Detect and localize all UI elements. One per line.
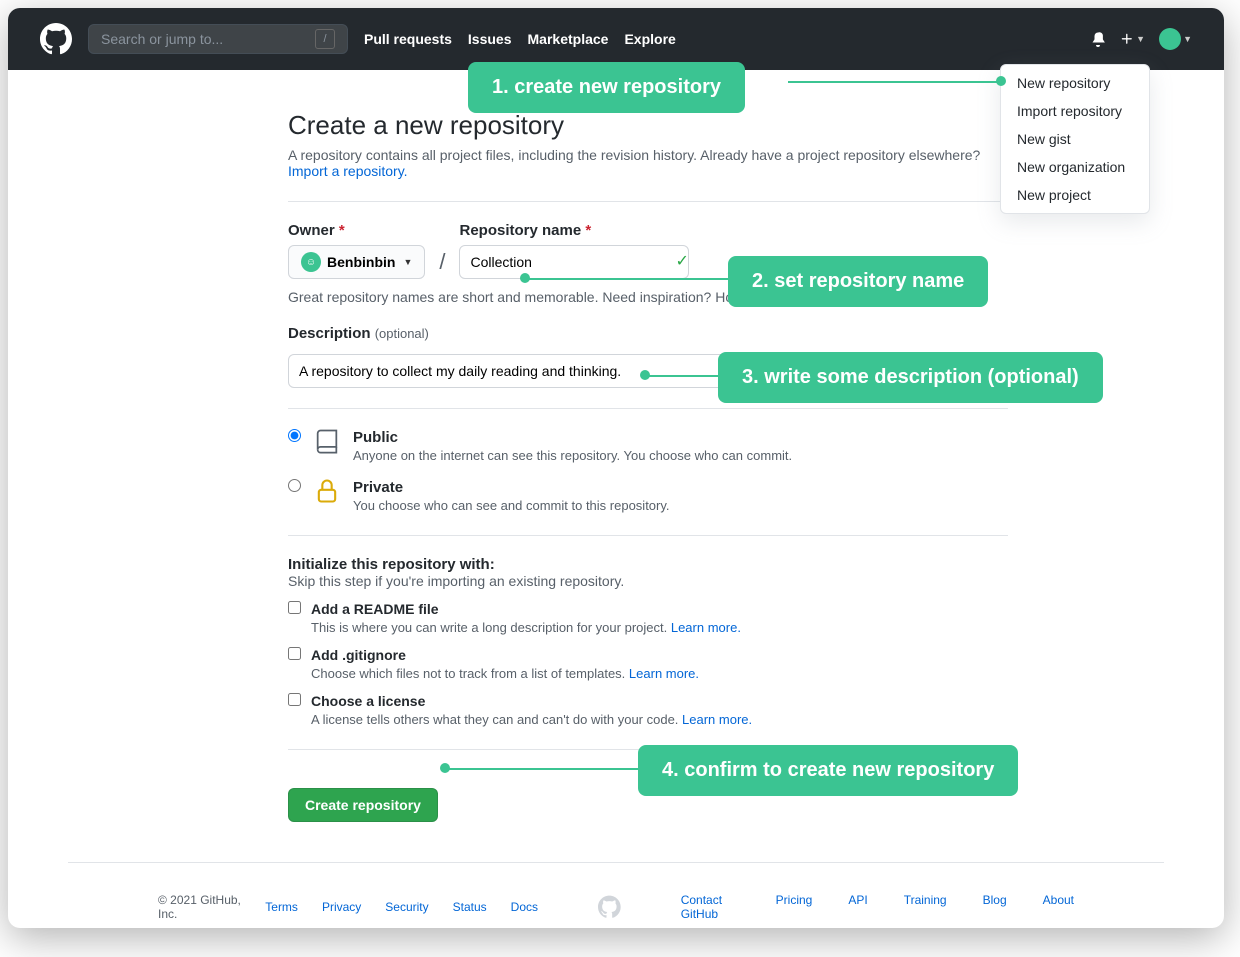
caret-down-icon: ▼: [403, 257, 412, 267]
description-label: Description (optional): [288, 325, 1008, 342]
annotation-1-dot: [996, 76, 1006, 86]
search-placeholder: Search or jump to...: [101, 31, 223, 47]
caret-down-icon: ▼: [1183, 34, 1192, 44]
readme-checkbox[interactable]: [288, 601, 301, 614]
footer-privacy[interactable]: Privacy: [322, 900, 361, 914]
caret-down-icon: ▼: [1136, 34, 1145, 44]
owner-value: Benbinbin: [327, 254, 395, 270]
annotation-2-dot: [520, 273, 530, 283]
annotation-1: 1. create new repository: [468, 62, 745, 113]
primary-nav: Pull requests Issues Marketplace Explore: [364, 31, 676, 47]
license-learn-more-link[interactable]: Learn more.: [682, 712, 752, 727]
create-repository-button[interactable]: Create repository: [288, 788, 438, 822]
footer-training[interactable]: Training: [904, 893, 947, 921]
dropdown-new-project[interactable]: New project: [1001, 181, 1149, 209]
slash-key-icon: /: [315, 29, 335, 49]
search-input[interactable]: Search or jump to... /: [88, 24, 348, 54]
main-content: Create a new repository A repository con…: [288, 70, 1008, 822]
annotation-2-line: [528, 278, 728, 280]
annotation-1-line: [788, 81, 998, 83]
copyright: © 2021 GitHub, Inc.: [158, 893, 241, 921]
annotation-2: 2. set repository name: [728, 256, 988, 307]
footer-security[interactable]: Security: [385, 900, 428, 914]
owner-label: Owner *: [288, 222, 425, 239]
dropdown-import-repository[interactable]: Import repository: [1001, 97, 1149, 125]
footer-docs[interactable]: Docs: [511, 900, 538, 914]
gitignore-title: Add .gitignore: [311, 647, 406, 663]
license-checkbox[interactable]: [288, 693, 301, 706]
init-sub: Skip this step if you're importing an ex…: [288, 573, 1008, 589]
footer-terms[interactable]: Terms: [265, 900, 298, 914]
owner-avatar-icon: ☺: [301, 252, 321, 272]
footer-blog[interactable]: Blog: [983, 893, 1007, 921]
footer-status[interactable]: Status: [453, 900, 487, 914]
footer-pricing[interactable]: Pricing: [776, 893, 813, 921]
github-logo-icon[interactable]: [40, 23, 72, 55]
gitignore-learn-more-link[interactable]: Learn more.: [629, 666, 699, 681]
github-footer-logo-icon[interactable]: [598, 895, 621, 919]
valid-check-icon: ✓: [675, 251, 688, 271]
annotation-3-line: [648, 375, 718, 377]
annotation-4-line: [448, 768, 638, 770]
annotation-3-dot: [640, 370, 650, 380]
nav-pull-requests[interactable]: Pull requests: [364, 31, 452, 47]
page-title: Create a new repository: [288, 110, 1008, 141]
footer-contact[interactable]: Contact GitHub: [681, 893, 740, 921]
nav-explore[interactable]: Explore: [624, 31, 675, 47]
footer-about[interactable]: About: [1043, 893, 1074, 921]
private-sub: You choose who can see and commit to thi…: [353, 498, 670, 513]
license-title: Choose a license: [311, 693, 425, 709]
create-new-icon[interactable]: ▼: [1120, 32, 1145, 46]
global-header: Search or jump to... / Pull requests Iss…: [8, 8, 1224, 70]
dropdown-new-organization[interactable]: New organization: [1001, 153, 1149, 181]
readme-title: Add a README file: [311, 601, 439, 617]
readme-learn-more-link[interactable]: Learn more.: [671, 620, 741, 635]
private-title: Private: [353, 479, 403, 496]
lock-icon: [313, 477, 341, 510]
import-repository-link[interactable]: Import a repository.: [288, 163, 408, 179]
dropdown-new-gist[interactable]: New gist: [1001, 125, 1149, 153]
owner-select[interactable]: ☺ Benbinbin ▼: [288, 245, 425, 279]
page-subtitle: A repository contains all project files,…: [288, 147, 1008, 163]
gitignore-checkbox[interactable]: [288, 647, 301, 660]
dropdown-new-repository[interactable]: New repository: [1001, 69, 1149, 97]
repo-name-label: Repository name *: [459, 222, 689, 239]
public-sub: Anyone on the internet can see this repo…: [353, 448, 792, 463]
annotation-4-dot: [440, 763, 450, 773]
repo-name-input[interactable]: [459, 245, 689, 279]
path-separator: /: [439, 249, 445, 275]
footer: © 2021 GitHub, Inc. Terms Privacy Securi…: [68, 862, 1164, 921]
annotation-3: 3. write some description (optional): [718, 352, 1103, 403]
footer-api[interactable]: API: [848, 893, 867, 921]
user-avatar[interactable]: ▼: [1159, 28, 1192, 50]
nav-issues[interactable]: Issues: [468, 31, 512, 47]
create-new-dropdown: New repository Import repository New gis…: [1000, 64, 1150, 214]
annotation-4: 4. confirm to create new repository: [638, 745, 1018, 796]
visibility-private-radio[interactable]: [288, 479, 301, 492]
public-title: Public: [353, 429, 398, 446]
visibility-public-radio[interactable]: [288, 429, 301, 442]
init-title: Initialize this repository with:: [288, 556, 1008, 573]
notifications-icon[interactable]: [1090, 31, 1106, 47]
nav-marketplace[interactable]: Marketplace: [528, 31, 609, 47]
repo-icon: [313, 427, 341, 460]
